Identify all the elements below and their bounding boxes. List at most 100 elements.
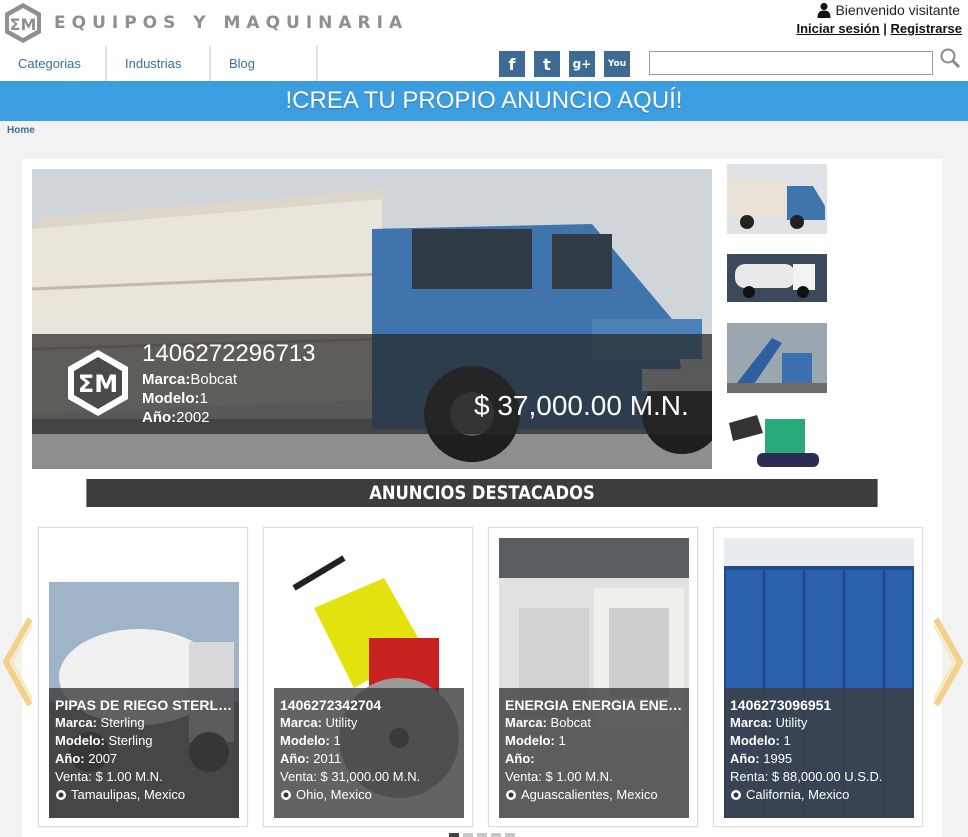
- nav-item-industrias[interactable]: Industrias: [107, 46, 211, 81]
- listing-year: Año: 2011: [280, 750, 458, 768]
- carousel-dot[interactable]: [449, 833, 459, 837]
- brand-label: Marca:: [280, 715, 322, 730]
- brand-label: Marca:: [505, 715, 547, 730]
- nav-item-blog[interactable]: Blog: [211, 46, 318, 81]
- listing-title[interactable]: 1406272342704: [280, 696, 458, 714]
- register-link[interactable]: Registrarse: [890, 21, 962, 36]
- brand-label: Marca:: [730, 715, 772, 730]
- listing-info: ENERGIA ENERGIA ENERGIA Marca: Bobcat Mo…: [499, 688, 689, 818]
- thumbnail-truck[interactable]: [727, 164, 827, 234]
- location-text: Aguascalientes, Mexico: [521, 787, 658, 802]
- svg-text:ΣM: ΣM: [10, 15, 37, 34]
- location-pin-icon: [506, 790, 516, 800]
- carousel-dot[interactable]: [463, 833, 473, 837]
- brand-value: Utility: [325, 715, 358, 730]
- thumbnail-water-truck-image: [727, 254, 827, 302]
- location-pin-icon: [56, 790, 66, 800]
- location-pin-icon: [731, 790, 741, 800]
- listing-model: Modelo: 1: [730, 732, 908, 750]
- listing-title[interactable]: PIPAS DE RIEGO STERLING: [55, 696, 233, 714]
- welcome-text: Bienvenido visitante: [835, 2, 960, 18]
- hero-model-value: 1: [199, 390, 208, 407]
- listing-info: 1406273096951 Marca: Utility Modelo: 1 A…: [724, 688, 914, 818]
- facebook-icon[interactable]: f: [499, 51, 525, 77]
- google-plus-icon[interactable]: g+: [569, 51, 595, 77]
- brand-value: Sterling: [100, 715, 145, 730]
- carousel-next-arrow[interactable]: [934, 617, 964, 707]
- brand-label: Marca:: [55, 715, 97, 730]
- carousel-dot[interactable]: [505, 833, 515, 837]
- year-value: 2011: [313, 751, 342, 766]
- listing-card[interactable]: 1406273096951 Marca: Utility Modelo: 1 A…: [713, 527, 923, 827]
- listing-title[interactable]: ENERGIA ENERGIA ENERGIA: [505, 696, 683, 714]
- thumbnail-crusher[interactable]: [727, 323, 827, 393]
- thumbnail-skid-steer-image: [727, 403, 827, 473]
- listing-model: Modelo: Sterling: [55, 732, 233, 750]
- thumbnail-crusher-image: [727, 323, 827, 393]
- year-label: Año:: [55, 751, 85, 766]
- nav-item-categorias[interactable]: Categorias: [0, 46, 107, 81]
- model-label: Modelo:: [505, 733, 555, 748]
- auth-links: Iniciar sesión | Registrarse: [796, 21, 962, 36]
- carousel-dot[interactable]: [491, 833, 501, 837]
- model-value: Sterling: [108, 733, 153, 748]
- listing-year: Año:: [505, 750, 683, 768]
- carousel-prev-arrow[interactable]: [2, 617, 32, 707]
- listing-year: Año: 1995: [730, 750, 908, 768]
- user-icon: [817, 2, 831, 18]
- thumbnail-truck-image: [727, 164, 827, 234]
- search-input[interactable]: [649, 51, 933, 75]
- create-ad-banner[interactable]: !CREA TU PROPIO ANUNCIO AQUÍ!: [0, 81, 968, 121]
- listing-title[interactable]: 1406273096951: [730, 696, 908, 714]
- listing-card[interactable]: PIPAS DE RIEGO STERLING Marca: Sterling …: [38, 527, 248, 827]
- brand-logo-icon: ΣM: [68, 350, 128, 416]
- listing-brand: Marca: Sterling: [55, 714, 233, 732]
- location-text: Ohio, Mexico: [296, 787, 372, 802]
- listing-price: Venta: $ 31,000.00 M.N.: [280, 769, 421, 784]
- thumbnail-water-truck[interactable]: [727, 254, 827, 302]
- listing-brand: Marca: Utility: [280, 714, 458, 732]
- listing-info: 1406272342704 Marca: Utility Modelo: 1 A…: [274, 688, 464, 818]
- breadcrumb: Home: [7, 125, 35, 136]
- listing-location: Aguascalientes, Mexico: [505, 786, 683, 804]
- hero-model-label: Modelo:: [142, 390, 200, 407]
- login-link[interactable]: Iniciar sesión: [796, 21, 879, 36]
- listing-price: Renta: $ 88,000.00 U.S.D.: [730, 769, 883, 784]
- hero-model: Modelo:1: [142, 390, 208, 407]
- listing-card[interactable]: ENERGIA ENERGIA ENERGIA Marca: Bobcat Mo…: [488, 527, 698, 827]
- listing-brand: Marca: Utility: [730, 714, 908, 732]
- thumbnail-skid-steer[interactable]: [727, 403, 827, 473]
- year-label: Año:: [280, 751, 310, 766]
- year-value: 2007: [88, 751, 118, 766]
- hero-listing-id[interactable]: 1406272296713: [142, 340, 316, 368]
- listing-card[interactable]: 1406272342704 Marca: Utility Modelo: 1 A…: [263, 527, 473, 827]
- svg-text:ΣM: ΣM: [78, 370, 118, 398]
- hero-brand-value: Bobcat: [190, 371, 238, 388]
- hero-brand-label: Marca:: [142, 371, 191, 388]
- model-value: 1: [783, 733, 791, 748]
- carousel-pagination: [449, 833, 515, 837]
- model-label: Modelo:: [730, 733, 780, 748]
- brand-value: Utility: [775, 715, 808, 730]
- listing-brand: Marca: Bobcat: [505, 714, 683, 732]
- listing-info: PIPAS DE RIEGO STERLING Marca: Sterling …: [49, 688, 239, 818]
- model-label: Modelo:: [55, 733, 105, 748]
- location-pin-icon: [281, 790, 291, 800]
- featured-section-title: ANUNCIOS DESTACADOS: [86, 479, 878, 507]
- header: ΣM EQUIPOS Y MAQUINARIA Bienvenido visit…: [0, 0, 968, 81]
- model-value: 1: [333, 733, 341, 748]
- welcome-message: Bienvenido visitante: [817, 2, 960, 18]
- breadcrumb-home[interactable]: Home: [7, 125, 35, 136]
- hero-brand: Marca:Bobcat: [142, 371, 237, 388]
- location-text: Tamaulipas, Mexico: [71, 787, 186, 802]
- youtube-icon[interactable]: You: [604, 51, 630, 77]
- hero-year-label: Año:: [142, 409, 177, 426]
- location-text: California, Mexico: [746, 787, 850, 802]
- model-value: 1: [558, 733, 566, 748]
- search-icon[interactable]: [939, 47, 961, 69]
- listing-price: Venta: $ 1.00 M.N.: [55, 769, 163, 784]
- twitter-icon[interactable]: t: [534, 51, 560, 77]
- carousel-dot[interactable]: [477, 833, 487, 837]
- site-logo[interactable]: ΣM EQUIPOS Y MAQUINARIA: [0, 0, 408, 46]
- logo-icon: ΣM: [5, 3, 41, 43]
